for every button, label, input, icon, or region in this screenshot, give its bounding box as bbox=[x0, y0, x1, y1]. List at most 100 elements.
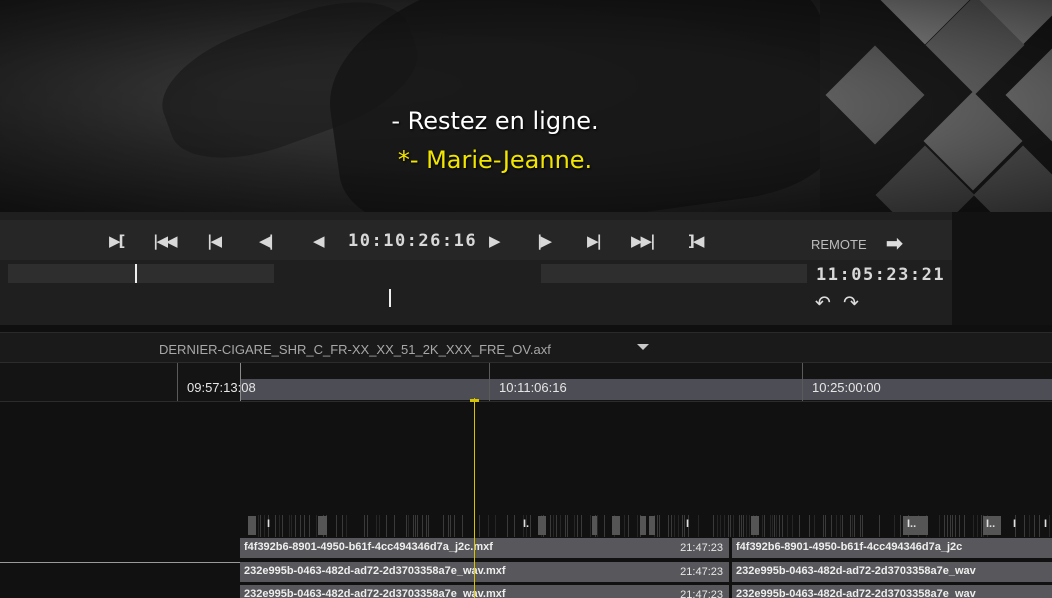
event-label[interactable]: I. bbox=[523, 518, 529, 530]
event-block[interactable] bbox=[751, 516, 759, 535]
waveform-tick bbox=[291, 515, 292, 537]
waveform-tick bbox=[316, 515, 317, 537]
chevron-down-icon[interactable] bbox=[637, 344, 649, 350]
audio-track-clip[interactable]: 232e995b-0463-482d-ad72-2d3703358a7e_wav bbox=[732, 562, 1052, 582]
event-block[interactable] bbox=[592, 516, 597, 535]
waveform-tick bbox=[448, 515, 449, 537]
waveform-tick bbox=[443, 515, 444, 537]
previous-event-button[interactable]: |◀ bbox=[207, 232, 222, 250]
waveform-tick bbox=[814, 515, 815, 537]
waveform-tick bbox=[852, 515, 853, 537]
mark-in-button[interactable]: ▶[ bbox=[109, 232, 125, 250]
event-block[interactable] bbox=[318, 516, 327, 535]
event-label[interactable]: I bbox=[1013, 518, 1016, 530]
play-reverse-button[interactable]: ◀ bbox=[313, 232, 324, 250]
ruler-label: 10:25:00:00 bbox=[812, 380, 881, 395]
audio-track-clip[interactable]: 232e995b-0463-482d-ad72-2d3703358a7e_wav bbox=[732, 585, 1052, 598]
waveform-tick bbox=[774, 515, 775, 537]
timeline-area[interactable]: I I. I I.. I.. I I f4f392b6-8901-4950-b6… bbox=[0, 402, 1052, 598]
waveform-tick bbox=[553, 515, 554, 537]
waveform-tick bbox=[560, 515, 561, 537]
audio-track-clip[interactable]: 232e995b-0463-482d-ad72-2d3703358a7e_wav… bbox=[240, 562, 729, 582]
event-label[interactable]: I.. bbox=[907, 518, 916, 530]
mark-out-button[interactable]: ]◀ bbox=[688, 232, 704, 250]
waveform-tick bbox=[900, 515, 901, 537]
jog-position-marker[interactable] bbox=[389, 289, 391, 307]
event-block[interactable] bbox=[248, 516, 256, 535]
event-label[interactable]: I.. bbox=[986, 518, 995, 530]
waveform-tick bbox=[952, 515, 953, 537]
waveform-tick bbox=[674, 515, 675, 537]
waveform-tick bbox=[728, 515, 729, 537]
waveform-tick bbox=[1049, 515, 1050, 537]
scrub-bar-left[interactable] bbox=[8, 264, 274, 283]
waveform-tick bbox=[495, 515, 496, 537]
playhead-handle[interactable] bbox=[470, 399, 479, 402]
scrub-bar-right[interactable] bbox=[541, 264, 807, 283]
ruler-selection-range[interactable] bbox=[240, 379, 1052, 400]
event-label[interactable]: I bbox=[1044, 518, 1047, 530]
waveform-tick bbox=[479, 515, 480, 537]
waveform-tick bbox=[809, 515, 810, 537]
undo-icon[interactable]: ↶ bbox=[815, 292, 831, 314]
waveform-tick bbox=[530, 515, 531, 537]
video-track-clip[interactable]: f4f392b6-8901-4950-b61f-4cc494346d7a_j2c… bbox=[240, 538, 729, 558]
event-block[interactable] bbox=[538, 516, 546, 535]
event-label[interactable]: I bbox=[686, 518, 689, 530]
redo-icon[interactable]: ↷ bbox=[843, 292, 859, 314]
waveform-tick bbox=[628, 515, 629, 537]
audio-track-clip[interactable]: 232e995b-0463-482d-ad72-2d3703358a7e_wav… bbox=[240, 585, 729, 598]
event-block[interactable] bbox=[640, 516, 646, 535]
video-track-clip[interactable]: f4f392b6-8901-4950-b61f-4cc494346d7a_j2c bbox=[732, 538, 1052, 558]
event-block[interactable] bbox=[649, 516, 655, 535]
subtitle-event-track[interactable]: I I. I I.. I.. I I bbox=[240, 514, 1052, 538]
waveform-tick bbox=[450, 515, 451, 537]
waveform-tick bbox=[977, 515, 978, 537]
waveform-tick bbox=[386, 515, 387, 537]
waveform-tick bbox=[684, 515, 685, 537]
waveform-tick bbox=[550, 515, 551, 537]
ruler-label: 10:11:06:16 bbox=[499, 380, 567, 395]
waveform-tick bbox=[944, 515, 945, 537]
waveform-tick bbox=[604, 515, 605, 537]
waveform-tick bbox=[739, 515, 740, 537]
waveform-tick bbox=[624, 515, 625, 537]
waveform-tick bbox=[1029, 515, 1030, 537]
waveform-tick bbox=[289, 515, 290, 537]
file-selector[interactable]: DERNIER-CIGARE_SHR_C_FR-XX_XX_51_2K_XXX_… bbox=[0, 332, 1052, 362]
event-block[interactable] bbox=[612, 516, 620, 535]
step-forward-button[interactable]: |▶ bbox=[537, 232, 552, 250]
waveform-tick bbox=[408, 515, 409, 537]
waveform-tick bbox=[426, 515, 427, 537]
waveform-tick bbox=[282, 515, 283, 537]
output-timecode: 11:05:23:21 bbox=[816, 265, 946, 285]
playhead[interactable] bbox=[474, 398, 475, 598]
next-event-button[interactable]: ▶| bbox=[587, 232, 602, 250]
waveform-tick bbox=[894, 515, 895, 537]
file-name[interactable]: DERNIER-CIGARE_SHR_C_FR-XX_XX_51_2K_XXX_… bbox=[159, 342, 551, 357]
timeline-ruler[interactable]: 09:57:13:08 10:11:06:16 10:25:00:00 bbox=[0, 362, 1052, 402]
go-to-start-button[interactable]: |◀◀ bbox=[153, 232, 178, 250]
clip-name: 232e995b-0463-482d-ad72-2d3703358a7e_wav… bbox=[244, 565, 506, 577]
waveform-tick bbox=[836, 515, 837, 537]
scrub-position-marker[interactable] bbox=[135, 264, 137, 283]
transport-controls: ▶[ |◀◀ |◀ ◀| ◀ 10:10:26:16 ▶ |▶ ▶| ▶▶| ]… bbox=[0, 220, 952, 260]
go-to-end-button[interactable]: ▶▶| bbox=[631, 232, 656, 250]
waveform-tick bbox=[955, 515, 956, 537]
play-button[interactable]: ▶ bbox=[489, 232, 500, 250]
clip-duration: 21:47:23 bbox=[680, 566, 723, 578]
waveform-tick bbox=[939, 515, 940, 537]
waveform-tick bbox=[959, 515, 960, 537]
waveform-tick bbox=[507, 515, 508, 537]
waveform-tick bbox=[376, 515, 377, 537]
step-back-button[interactable]: ◀| bbox=[259, 232, 274, 250]
arrow-right-icon[interactable]: ➡ bbox=[886, 231, 903, 256]
waveform-tick bbox=[713, 515, 714, 537]
clip-name: 232e995b-0463-482d-ad72-2d3703358a7e_wav bbox=[736, 588, 976, 598]
remote-label[interactable]: REMOTE bbox=[811, 237, 867, 252]
event-label[interactable]: I bbox=[267, 518, 270, 530]
waveform-tick bbox=[950, 515, 951, 537]
transport-panel: ▶[ |◀◀ |◀ ◀| ◀ 10:10:26:16 ▶ |▶ ▶| ▶▶| ]… bbox=[0, 212, 952, 325]
waveform-tick bbox=[590, 515, 591, 537]
waveform-tick bbox=[749, 515, 750, 537]
